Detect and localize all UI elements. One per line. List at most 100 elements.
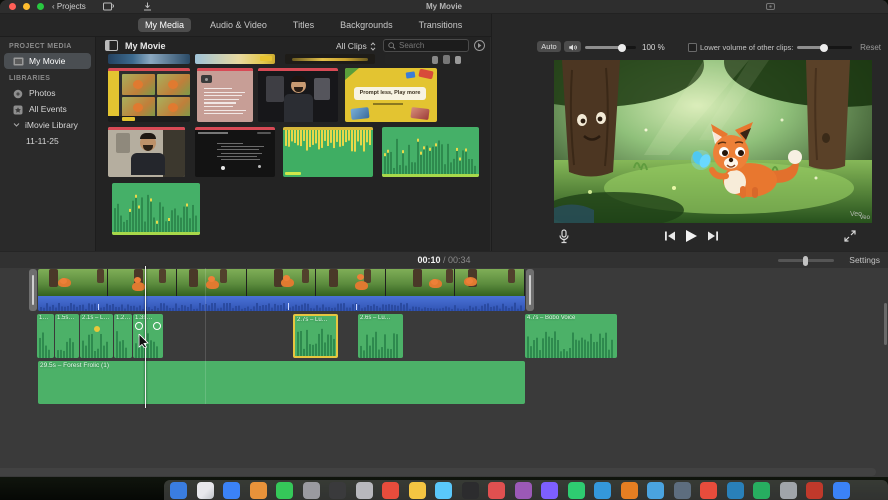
all-clips-dropdown[interactable]: All Clips [336, 41, 376, 51]
media-thumbnail-fox-grid[interactable] [108, 68, 190, 122]
dock-app-icon[interactable] [514, 482, 532, 499]
media-thumbnail-sliver-map[interactable] [108, 54, 190, 64]
media-thumbnail-sliver-gold[interactable] [285, 54, 375, 64]
media-thumbnail-promo[interactable]: Prompt less, Play more [345, 68, 437, 122]
trim-handle-left[interactable] [29, 269, 37, 311]
dock-app-icon[interactable] [170, 482, 187, 499]
dock-app-icon[interactable] [541, 482, 558, 499]
search-input[interactable]: Search [383, 39, 469, 52]
volume-slider-knob[interactable] [618, 43, 626, 52]
timeline-audio-clip[interactable]: 2.6s – Lu… [358, 314, 403, 358]
timeline-settings-button[interactable]: Settings [849, 255, 880, 265]
sidebar-item-library-date[interactable]: 11-11-25 [4, 133, 91, 149]
dock-app-icon[interactable] [488, 482, 505, 499]
events-icon [13, 105, 24, 114]
dock-app-icon[interactable] [806, 482, 823, 499]
tab-transitions[interactable]: Transitions [412, 18, 470, 32]
volume-keyframe-dot[interactable] [93, 326, 100, 332]
skip-back-icon[interactable] [664, 231, 676, 241]
dock-app-icon[interactable] [620, 482, 638, 499]
media-thumbnail-man-light[interactable] [108, 127, 185, 177]
audio-clip-label: 2.6s – Lu… [360, 315, 391, 321]
dock-app-icon[interactable] [461, 482, 479, 499]
search-icon [388, 41, 396, 49]
dock-app-icon[interactable] [196, 482, 214, 499]
sidebar-item-all-events[interactable]: All Events [4, 101, 91, 117]
timeline-audio-clip[interactable]: 1.5s… [55, 314, 79, 358]
media-thumbnail-wave-yellow[interactable] [283, 127, 373, 177]
media-tabs: My Media Audio & Video Titles Backgrounds Tr… [138, 17, 469, 33]
filmstrip-frame [177, 269, 247, 296]
video-preview: Veo Veo [554, 60, 872, 223]
volume-slider[interactable] [585, 43, 636, 52]
dock-app-icon[interactable] [647, 482, 664, 499]
dock-app-icon[interactable] [302, 482, 320, 499]
media-thumbnail-terminal[interactable] [195, 127, 275, 177]
dock-app-icon[interactable] [276, 482, 293, 499]
timeline-zoom-slider[interactable] [778, 255, 834, 266]
sidebar-item-photos[interactable]: Photos [4, 85, 91, 101]
chevron-down-icon [13, 121, 20, 130]
dock-app-icon[interactable] [779, 482, 797, 499]
lower-volume-slider-knob[interactable] [820, 43, 828, 52]
fullscreen-icon[interactable] [844, 230, 856, 242]
media-thumbnail-sliver-people[interactable] [385, 54, 470, 64]
dock-app-icon[interactable] [408, 482, 426, 499]
sidebar-item-imovie-library[interactable]: iMovie Library [4, 117, 91, 133]
media-thumbnail-man-dark[interactable] [258, 68, 338, 122]
timeline-audio-clip[interactable]: 4.7s – Bobo Voice [525, 314, 617, 358]
dock-app-icon[interactable] [435, 482, 452, 499]
tab-titles[interactable]: Titles [286, 18, 321, 32]
dock-app-icon[interactable] [753, 482, 770, 499]
lower-volume-slider[interactable] [797, 43, 852, 52]
dock-app-icon[interactable] [594, 482, 611, 499]
dock-app-icon[interactable] [355, 482, 373, 499]
dock-app-icon[interactable] [726, 482, 744, 499]
timeline-audio-clip[interactable]: 1… [37, 314, 54, 358]
titlebar-extra-icon[interactable] [766, 3, 775, 10]
vertical-scrollbar[interactable] [884, 303, 887, 345]
record-voiceover-icon[interactable] [558, 229, 570, 244]
dock-app-icon[interactable] [329, 482, 346, 499]
autoplay-icon[interactable] [474, 40, 485, 51]
filmstrip-icon [13, 57, 24, 66]
timeline-audio-clip[interactable]: 1.2… [114, 314, 132, 358]
skip-forward-icon[interactable] [707, 231, 719, 241]
play-icon[interactable] [684, 229, 698, 243]
dock-app-icon[interactable] [249, 482, 267, 499]
timeline-header: 00:10 / 00:34 Settings [0, 251, 888, 269]
sidebar-item-my-movie[interactable]: My Movie [4, 53, 91, 69]
auto-volume-button[interactable]: Auto [537, 41, 561, 52]
dock-app-icon[interactable] [673, 482, 691, 499]
dock-app-icon[interactable] [567, 482, 585, 499]
timeline-audio-clip[interactable]: 2.1s – L… [80, 314, 113, 358]
libraries-header: LIBRARIES [9, 75, 51, 82]
dock-app-icon[interactable] [700, 482, 717, 499]
timeline-zoom-knob[interactable] [803, 255, 808, 266]
timeline-video-clip[interactable] [38, 269, 525, 296]
dock-app-icon[interactable] [223, 482, 240, 499]
tab-audio-video[interactable]: Audio & Video [203, 18, 274, 32]
mute-button[interactable] [564, 41, 581, 52]
tab-my-media[interactable]: My Media [138, 18, 192, 32]
lower-volume-checkbox[interactable] [688, 43, 697, 52]
horizontal-scrollbar[interactable] [0, 468, 876, 476]
fade-handle-icon[interactable] [135, 322, 143, 330]
timeline-video-audio-strip[interactable] [38, 296, 525, 311]
sidebar-toggle-icon[interactable] [105, 40, 118, 51]
media-thumbnail-wave-green[interactable] [382, 127, 479, 177]
media-thumbnail-sliver-sky[interactable] [195, 54, 275, 64]
trim-handle-right[interactable] [526, 269, 534, 311]
reset-button[interactable]: Reset [860, 43, 881, 52]
sidebar: PROJECT MEDIA My Movie LIBRARIES Photos … [0, 37, 96, 251]
tab-backgrounds[interactable]: Backgrounds [333, 18, 400, 32]
screen: ‹ Projects My Movie My Media Audio & Vide… [0, 0, 888, 500]
fade-handle-icon[interactable] [153, 322, 161, 330]
media-thumbnail-wave-green2[interactable] [112, 183, 200, 235]
timeline-music-clip[interactable]: 29.5s – Forest Frolic (1) [38, 361, 525, 404]
media-thumbnail-doc[interactable] [197, 68, 253, 122]
timeline-audio-clip[interactable]: 2.7s – Lu… [293, 314, 338, 358]
timeline: 1… 1.5s… 2.1s – L… 1.2… 1.3s… 2.7s – Lu… 2.6s … [0, 266, 888, 477]
dock-app-icon[interactable] [382, 482, 399, 499]
dock-app-icon[interactable] [832, 482, 850, 499]
